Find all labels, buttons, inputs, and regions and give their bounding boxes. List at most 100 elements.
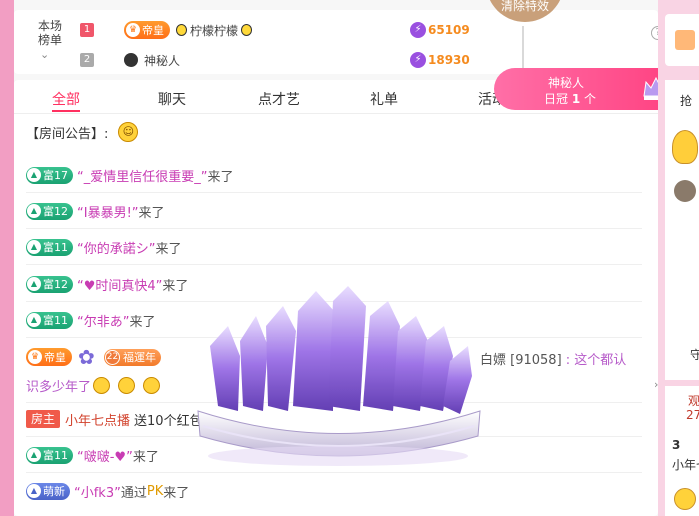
chat-user-name[interactable]: “啵啵-♥” — [77, 446, 133, 465]
tab-talent[interactable]: 点才艺 — [258, 89, 300, 109]
rank-user-name: 柠檬柠檬 — [176, 22, 253, 39]
balloon-string — [522, 26, 524, 68]
pk-label: PK — [146, 483, 164, 499]
chat-message-text: : 这个都认 — [565, 353, 627, 368]
crown-emblem-icon[interactable] — [674, 180, 696, 202]
sweat-emoji-icon — [118, 377, 136, 394]
chat-user-name[interactable]: “I暴暴男!” — [77, 202, 139, 221]
fortune-badge-label: 福運年 — [123, 351, 156, 364]
host-name[interactable]: 小年七点播 — [65, 410, 130, 429]
chat-line: ▲ 富12 “I暴暴男!” 来了 — [26, 200, 165, 222]
medal-icon[interactable] — [672, 130, 698, 164]
chat-user-name[interactable]: “_爱情里信任很重要_” — [77, 166, 207, 185]
emperor-badge: ♛ 帝皇 — [124, 21, 170, 39]
rank-score-2: ⚡ 18930 — [410, 52, 470, 68]
chat-message-tail: 白嫖 [91058] : 这个都认 — [480, 349, 626, 368]
rank-user-name-text: 柠檬柠檬 — [190, 23, 239, 38]
gift-box-icon — [675, 30, 695, 50]
level-icon: ▲ — [27, 484, 41, 498]
divider — [26, 228, 642, 229]
sidebar-guard-label[interactable]: 守 — [690, 346, 699, 363]
mystery-user-icon — [124, 53, 138, 67]
level-icon: ▲ — [27, 168, 41, 182]
fortune-level: 22 — [105, 349, 120, 365]
host-tag: 房主 — [26, 410, 61, 428]
emperor-badge-label: 帝皇 — [142, 24, 164, 37]
left-edge-strip — [0, 0, 14, 516]
chevron-down-icon[interactable]: ⌄ — [40, 48, 49, 61]
popup-user-name: 神秘人 — [548, 76, 585, 90]
tab-all[interactable]: 全部 — [52, 89, 80, 109]
tab-gift-list[interactable]: 礼单 — [370, 89, 398, 109]
user-id: [91058] — [510, 353, 562, 368]
rank-title-line1: 本场 — [37, 19, 62, 33]
divider — [26, 264, 642, 265]
level-icon: ▲ — [27, 448, 41, 462]
popup-rank-suffix: 个 — [584, 92, 597, 106]
chat-line: ▲ 富11 “啵啵-♥” 来了 — [26, 444, 159, 466]
score-value: 18930 — [428, 53, 470, 67]
level-icon: ▲ — [27, 204, 41, 218]
divider — [26, 192, 642, 193]
crown-icon: ♛ — [28, 350, 42, 364]
chat-via: 通过 — [120, 485, 147, 501]
score-value: 65109 — [428, 23, 470, 37]
active-tab-indicator — [52, 110, 80, 112]
chat-action: 来了 — [132, 449, 159, 465]
sidebar-rank-number: 3 — [672, 438, 681, 452]
level-badge: ▲ 富11 — [26, 446, 73, 464]
level-badge: ▲ 富12 — [26, 275, 73, 293]
chat-user-name[interactable]: “你的承諾シ” — [77, 238, 155, 257]
popup-rank-value: 1 — [571, 92, 581, 106]
sweat-emoji-icon — [93, 377, 111, 394]
chat-user-name[interactable]: “♥时间真快4” — [77, 275, 162, 294]
tab-chat[interactable]: 聊天 — [158, 89, 186, 109]
level-badge: ▲ 富11 — [26, 311, 73, 329]
chat-user-name[interactable]: “小fk3” — [74, 482, 121, 501]
chat-message-continued: 识多少年了 — [26, 376, 161, 395]
daily-crown-popup[interactable]: 神秘人 日冠 1 个 — [494, 68, 684, 110]
sweat-emoji-icon — [143, 377, 161, 394]
level-icon: ▲ — [27, 277, 41, 291]
chat-action: 来了 — [207, 169, 234, 185]
chat-line: ▲ 萌新 “小fk3” 通过 PK 来了 — [26, 480, 189, 502]
sidebar-host-name: 小年七 — [672, 458, 699, 472]
level-label: 富11 — [43, 241, 68, 254]
level-label: 萌新 — [43, 485, 65, 498]
popup-rank: 日冠 1 个 — [544, 90, 596, 107]
chevron-right-icon[interactable]: › — [654, 378, 664, 394]
rank-user-name: 神秘人 — [124, 52, 180, 69]
chat-action: 来了 — [129, 314, 156, 330]
level-icon: ▲ — [27, 240, 41, 254]
chat-line: ▲ 富12 “♥时间真快4” 来了 — [26, 273, 188, 295]
rank-board: 本场 榜单 ⌄ 1 ♛ 帝皇 柠檬柠檬 ⚡ 65109 2 神秘人 ⚡ 1893… — [14, 10, 665, 74]
coin-icon[interactable] — [674, 488, 696, 510]
chat-action: 来了 — [162, 278, 189, 294]
grin-emoji-icon: ☺ — [118, 122, 139, 142]
rank-user-name-text: 神秘人 — [144, 53, 181, 68]
chat-action: 来了 — [155, 241, 182, 257]
flower-icon: ✿ — [78, 345, 95, 369]
level-badge: ▲ 富12 — [26, 202, 73, 220]
rank-number: 2 — [80, 53, 94, 67]
level-label: 富11 — [43, 314, 68, 327]
rank-board-title[interactable]: 本场 榜单 — [32, 19, 68, 47]
room-notice[interactable]: 【房间公告】: ☺ — [26, 122, 139, 142]
sidebar-card — [665, 80, 699, 380]
chat-line-host: 房主 小年七点播 送10个红包 — [26, 408, 203, 430]
level-label: 富12 — [43, 205, 68, 218]
chat-action: 来了 — [163, 485, 190, 501]
rank-number: 1 — [80, 23, 94, 37]
level-badge: ▲ 萌新 — [26, 482, 70, 500]
fortune-badge: 22 福運年 — [104, 348, 161, 366]
crown-icon: ♛ — [126, 23, 140, 37]
emperor-badge-label: 帝皇 — [44, 351, 66, 364]
chat-user-name[interactable]: “尔非あ” — [77, 311, 129, 330]
rank-title-line2: 榜单 — [37, 33, 62, 47]
lightning-icon: ⚡ — [410, 22, 426, 38]
level-icon: ▲ — [27, 313, 41, 327]
chat-action: 来了 — [138, 205, 165, 221]
sidebar-grab-label[interactable]: 抢 — [680, 92, 692, 109]
lemon-icon — [241, 24, 253, 36]
lemon-icon — [176, 24, 187, 36]
